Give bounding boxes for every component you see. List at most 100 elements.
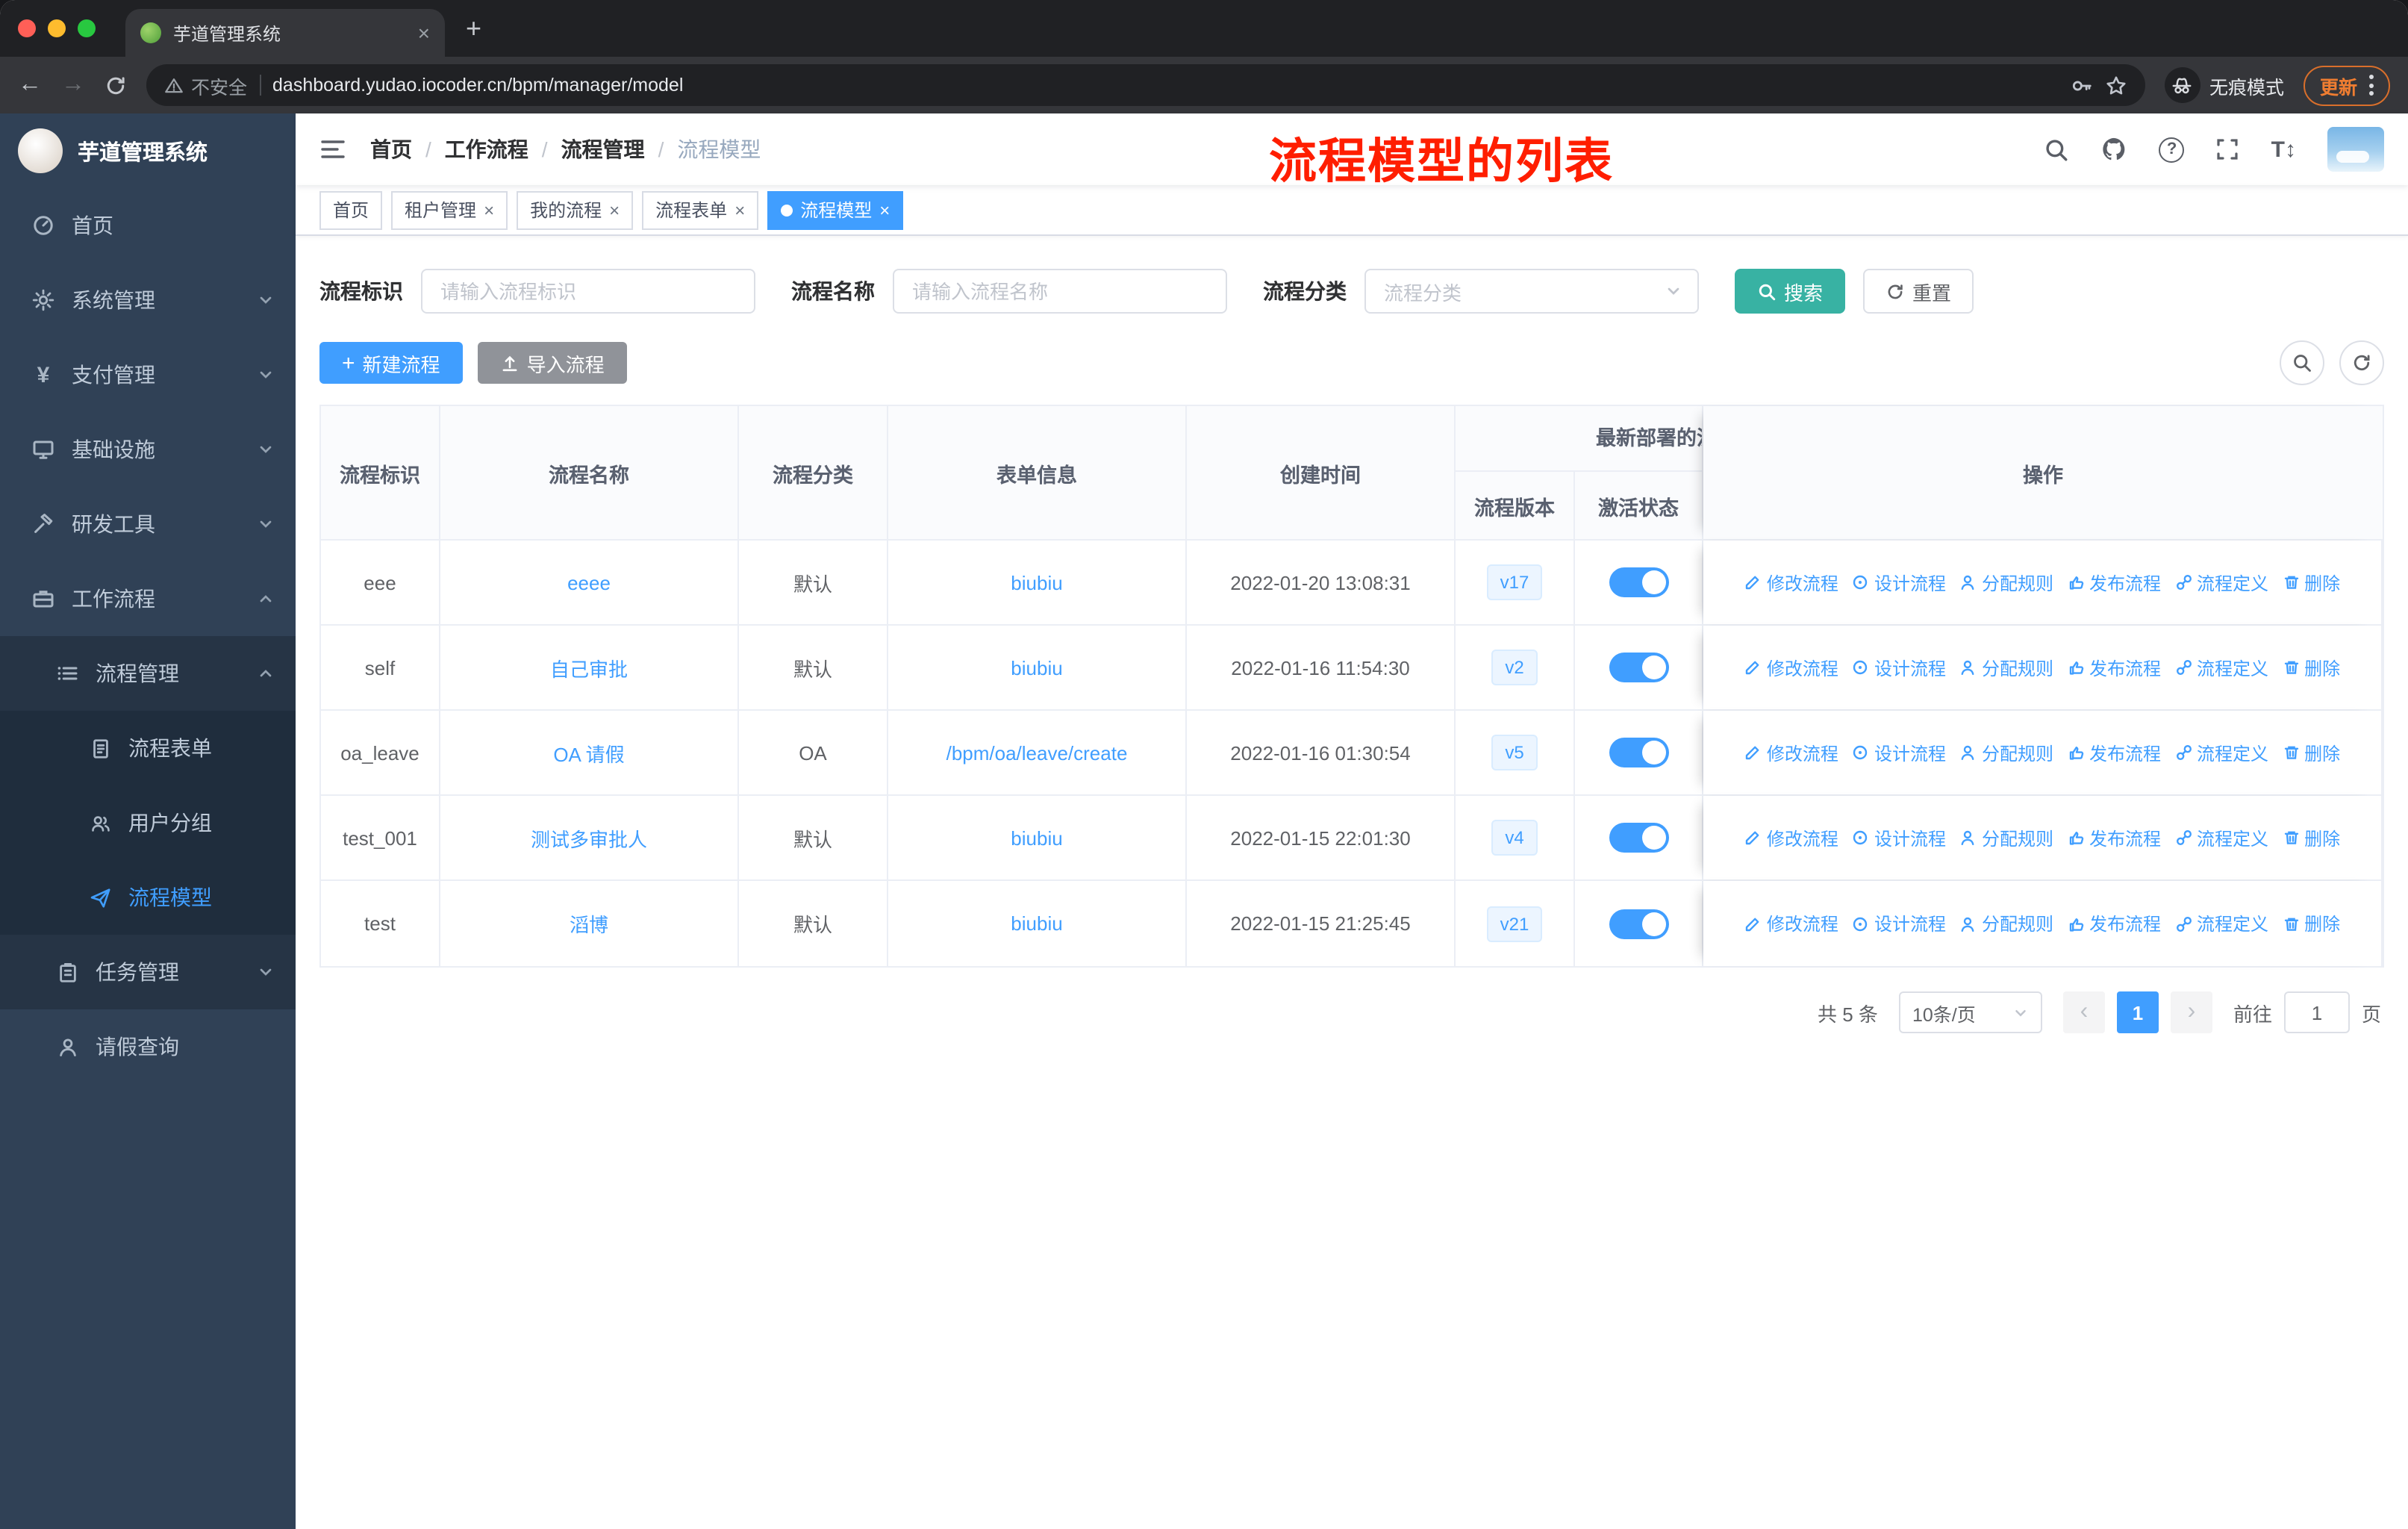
minimize-window-button[interactable] bbox=[48, 19, 66, 37]
design-process-link[interactable]: 设计流程 bbox=[1852, 825, 1946, 850]
delete-link[interactable]: 删除 bbox=[2282, 655, 2340, 680]
active-toggle[interactable] bbox=[1609, 653, 1668, 682]
assign-rule-link[interactable]: 分配规则 bbox=[1959, 740, 2053, 765]
sidebar-item-devtools[interactable]: 研发工具 bbox=[0, 487, 296, 561]
process-name-link[interactable]: 自己审批 bbox=[550, 653, 628, 682]
forward-icon[interactable]: → bbox=[61, 72, 85, 97]
sidebar-item-payment[interactable]: ¥ 支付管理 bbox=[0, 337, 296, 412]
edit-process-link[interactable]: 修改流程 bbox=[1744, 911, 1838, 936]
assign-rule-link[interactable]: 分配规则 bbox=[1959, 655, 2053, 680]
tab-close-icon[interactable]: × bbox=[418, 22, 430, 43]
back-icon[interactable]: ← bbox=[18, 72, 42, 97]
next-page-button[interactable]: › bbox=[2170, 991, 2212, 1033]
edit-process-link[interactable]: 修改流程 bbox=[1744, 825, 1838, 850]
search-icon[interactable] bbox=[2044, 137, 2070, 162]
sidebar-item-system[interactable]: 系统管理 bbox=[0, 263, 296, 337]
browser-menu-icon[interactable] bbox=[2369, 75, 2374, 96]
sidebar-item-leave-query[interactable]: 请假查询 bbox=[0, 1009, 296, 1084]
prev-page-button[interactable]: ‹ bbox=[2062, 991, 2105, 1033]
tag-process-form[interactable]: 流程表单 × bbox=[642, 190, 759, 229]
zoom-window-button[interactable] bbox=[78, 19, 96, 37]
sidebar-item-process-management[interactable]: 流程管理 bbox=[0, 636, 296, 711]
process-definition-link[interactable]: 流程定义 bbox=[2174, 655, 2268, 680]
tag-tenant[interactable]: 租户管理 × bbox=[391, 190, 508, 229]
github-icon[interactable] bbox=[2101, 136, 2128, 163]
breadcrumb-process-management[interactable]: 流程管理 bbox=[561, 134, 645, 164]
form-info-link[interactable]: biubiu bbox=[1011, 826, 1062, 849]
tag-close-icon[interactable]: × bbox=[609, 201, 620, 219]
active-toggle[interactable] bbox=[1609, 823, 1668, 853]
tag-home[interactable]: 首页 bbox=[319, 190, 383, 229]
sidebar-collapse-icon[interactable] bbox=[319, 136, 346, 163]
form-info-link[interactable]: biubiu bbox=[1011, 571, 1062, 594]
tag-process-model[interactable]: 流程模型 × bbox=[767, 190, 904, 229]
process-definition-link[interactable]: 流程定义 bbox=[2174, 740, 2268, 765]
assign-rule-link[interactable]: 分配规则 bbox=[1959, 911, 2053, 936]
tag-close-icon[interactable]: × bbox=[484, 201, 494, 219]
fullscreen-icon[interactable] bbox=[2216, 137, 2240, 161]
edit-process-link[interactable]: 修改流程 bbox=[1744, 570, 1838, 595]
refresh-table-button[interactable] bbox=[2339, 340, 2384, 385]
design-process-link[interactable]: 设计流程 bbox=[1852, 570, 1946, 595]
process-category-select[interactable]: 流程分类 bbox=[1364, 269, 1699, 314]
form-info-link[interactable]: /bpm/oa/leave/create bbox=[946, 741, 1128, 764]
active-toggle[interactable] bbox=[1609, 738, 1668, 767]
delete-link[interactable]: 删除 bbox=[2282, 570, 2340, 595]
font-size-icon[interactable]: T↕ bbox=[2271, 138, 2296, 161]
goto-page-input[interactable] bbox=[2283, 991, 2350, 1033]
sidebar-item-user-group[interactable]: 用户分组 bbox=[0, 785, 296, 860]
edit-process-link[interactable]: 修改流程 bbox=[1744, 740, 1838, 765]
create-process-button[interactable]: + 新建流程 bbox=[319, 342, 463, 384]
form-info-link[interactable]: biubiu bbox=[1011, 912, 1062, 935]
reload-icon[interactable] bbox=[105, 74, 127, 96]
process-definition-link[interactable]: 流程定义 bbox=[2174, 825, 2268, 850]
toggle-search-button[interactable] bbox=[2280, 340, 2324, 385]
address-bar[interactable]: 不安全 dashboard.yudao.iocoder.cn/bpm/manag… bbox=[146, 64, 2145, 106]
sidebar-item-home[interactable]: 首页 bbox=[0, 188, 296, 263]
process-name-link[interactable]: 测试多审批人 bbox=[531, 823, 647, 852]
active-toggle[interactable] bbox=[1609, 567, 1668, 597]
new-tab-button[interactable]: + bbox=[466, 15, 481, 42]
assign-rule-link[interactable]: 分配规则 bbox=[1959, 825, 2053, 850]
assign-rule-link[interactable]: 分配规则 bbox=[1959, 570, 2053, 595]
key-icon[interactable] bbox=[2071, 74, 2093, 96]
publish-process-link[interactable]: 发布流程 bbox=[2067, 825, 2161, 850]
process-id-input[interactable] bbox=[421, 269, 755, 314]
tag-close-icon[interactable]: × bbox=[734, 201, 745, 219]
process-definition-link[interactable]: 流程定义 bbox=[2174, 911, 2268, 936]
page-size-select[interactable]: 10条/页 bbox=[1898, 991, 2042, 1033]
design-process-link[interactable]: 设计流程 bbox=[1852, 655, 1946, 680]
bookmark-star-icon[interactable] bbox=[2105, 74, 2127, 96]
process-name-input[interactable] bbox=[893, 269, 1227, 314]
sidebar-item-infrastructure[interactable]: 基础设施 bbox=[0, 412, 296, 487]
edit-process-link[interactable]: 修改流程 bbox=[1744, 655, 1838, 680]
sidebar-item-task-management[interactable]: 任务管理 bbox=[0, 935, 296, 1009]
help-icon[interactable]: ? bbox=[2159, 137, 2185, 162]
active-toggle[interactable] bbox=[1609, 909, 1668, 938]
security-indicator[interactable]: 不安全 bbox=[164, 71, 247, 99]
publish-process-link[interactable]: 发布流程 bbox=[2067, 570, 2161, 595]
sidebar-item-process-form[interactable]: 流程表单 bbox=[0, 711, 296, 785]
browser-update-button[interactable]: 更新 bbox=[2303, 65, 2390, 105]
search-button[interactable]: 搜索 bbox=[1735, 269, 1846, 314]
reset-button[interactable]: 重置 bbox=[1863, 269, 1974, 314]
delete-link[interactable]: 删除 bbox=[2282, 911, 2340, 936]
design-process-link[interactable]: 设计流程 bbox=[1852, 911, 1946, 936]
tag-close-icon[interactable]: × bbox=[879, 201, 890, 219]
process-definition-link[interactable]: 流程定义 bbox=[2174, 570, 2268, 595]
tag-my-process[interactable]: 我的流程 × bbox=[517, 190, 634, 229]
current-page[interactable]: 1 bbox=[2116, 991, 2159, 1033]
breadcrumb-workflow[interactable]: 工作流程 bbox=[445, 134, 528, 164]
browser-tab[interactable]: 芋道管理系统 × bbox=[125, 9, 445, 57]
import-process-button[interactable]: 导入流程 bbox=[477, 342, 627, 384]
delete-link[interactable]: 删除 bbox=[2282, 825, 2340, 850]
publish-process-link[interactable]: 发布流程 bbox=[2067, 911, 2161, 936]
user-avatar[interactable] bbox=[2327, 127, 2384, 172]
sidebar-item-workflow[interactable]: 工作流程 bbox=[0, 561, 296, 636]
sidebar-item-process-model[interactable]: 流程模型 bbox=[0, 860, 296, 935]
form-info-link[interactable]: biubiu bbox=[1011, 656, 1062, 679]
publish-process-link[interactable]: 发布流程 bbox=[2067, 655, 2161, 680]
url-text[interactable]: dashboard.yudao.iocoder.cn/bpm/manager/m… bbox=[272, 75, 2059, 96]
breadcrumb-home[interactable]: 首页 bbox=[370, 134, 412, 164]
process-name-link[interactable]: 滔博 bbox=[570, 909, 608, 938]
